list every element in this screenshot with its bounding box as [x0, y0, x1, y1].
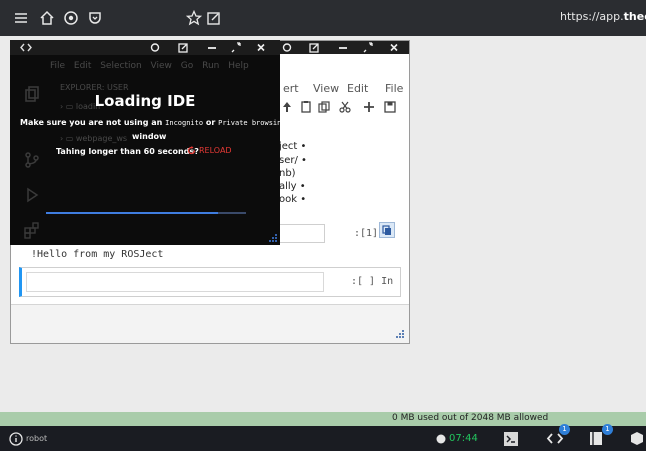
- menu-view[interactable]: View: [313, 82, 339, 95]
- ide-close-icon[interactable]: [255, 41, 267, 54]
- paste-icon[interactable]: [298, 99, 314, 115]
- session-timer: 07:44: [449, 433, 478, 444]
- robot-label[interactable]: robot: [26, 434, 47, 443]
- notebook-footer: [11, 304, 409, 343]
- browser-warning: Make sure you are not using an Incognito…: [20, 118, 286, 127]
- shield-icon[interactable]: [86, 9, 104, 27]
- code-editor-badge: 1: [559, 424, 570, 435]
- code-brackets-icon: [20, 42, 32, 53]
- clock-icon: [436, 434, 446, 444]
- ide-explorer-label: EXPLORER: USER: [60, 83, 129, 92]
- refresh-icon[interactable]: [281, 41, 293, 54]
- ide-expand-icon[interactable]: [230, 41, 242, 54]
- source-control-icon: [22, 150, 42, 170]
- ide-titlebar: [10, 40, 280, 55]
- ide-external-edit-icon[interactable]: [177, 41, 189, 54]
- url-display[interactable]: https://app.theconstr: [560, 10, 646, 23]
- url-prefix: https://app.: [560, 10, 624, 23]
- cube-icon[interactable]: [630, 431, 644, 446]
- content-line: ser/ •: [279, 155, 307, 166]
- reload-icon: [187, 146, 196, 155]
- ide-resize-handle-icon[interactable]: [268, 233, 278, 243]
- save-icon[interactable]: [382, 99, 398, 115]
- edit-icon[interactable]: [205, 9, 223, 27]
- external-edit-icon[interactable]: [308, 41, 320, 54]
- warning-private: Private browsing: [218, 119, 286, 127]
- ide-refresh-icon[interactable]: [149, 41, 161, 54]
- cell-2-prompt: :[ ] In: [351, 276, 394, 287]
- minimize-icon[interactable]: [337, 41, 349, 54]
- code-cell-2-input[interactable]: [26, 272, 324, 292]
- warning-or: or: [205, 118, 216, 127]
- loading-progress-bar: [46, 212, 246, 214]
- notebook-badge: 1: [602, 424, 613, 435]
- bottom-taskbar: robot 07:44 1 1: [0, 424, 646, 451]
- ide-tree-item: › ▭ webpage_ws: [60, 134, 128, 143]
- warning-suffix: window: [132, 132, 167, 141]
- cell-1-prompt: :[1]: [354, 228, 379, 239]
- hamburger-menu-icon[interactable]: [12, 9, 30, 27]
- cell-run-icon[interactable]: [379, 222, 395, 238]
- reload-label: RELOAD: [199, 146, 232, 155]
- resize-handle-icon[interactable]: [395, 329, 405, 339]
- content-line: ook •: [279, 194, 307, 205]
- ide-window: File Edit Selection View Go Run Help EXP…: [10, 40, 286, 245]
- memory-usage-text: 0 MB used out of 2048 MB allowed: [392, 413, 549, 423]
- home-icon[interactable]: [38, 9, 56, 27]
- memory-status-bar: 0 MB used out of 2048 MB allowed: [0, 412, 646, 426]
- copy-icon[interactable]: [316, 99, 332, 115]
- warning-prefix: Make sure you are not using an: [20, 118, 163, 127]
- extensions-icon: [22, 220, 42, 240]
- code-cell-2[interactable]: :[ ] In: [19, 267, 401, 297]
- expand-icon[interactable]: [362, 41, 374, 54]
- menu-edit[interactable]: Edit: [347, 82, 368, 95]
- star-icon[interactable]: [185, 9, 203, 27]
- info-icon[interactable]: [9, 432, 23, 446]
- url-domain: theconstr: [623, 10, 646, 23]
- ide-minimize-icon[interactable]: [206, 41, 218, 54]
- content-line: nb): [279, 168, 296, 179]
- cell-output: !Hello from my ROSJect: [31, 249, 164, 260]
- content-line: ally •: [279, 181, 306, 192]
- menu-file[interactable]: File: [385, 82, 403, 95]
- warning-incognito: Incognito: [165, 119, 204, 127]
- run-debug-icon: [22, 185, 42, 205]
- arrow-up-icon[interactable]: [279, 99, 295, 115]
- plus-icon[interactable]: [361, 99, 377, 115]
- ide-menu-bar: File Edit Selection View Go Run Help: [50, 61, 249, 71]
- close-icon[interactable]: [388, 41, 400, 54]
- code-cell-1-input[interactable]: [279, 224, 325, 243]
- browser-top-bar: https://app.theconstr: [0, 0, 646, 36]
- reload-button[interactable]: RELOAD: [187, 146, 232, 155]
- github-icon[interactable]: [62, 9, 80, 27]
- cut-icon[interactable]: [337, 99, 353, 115]
- ide-tree-item-label: webpage_ws: [75, 134, 128, 143]
- taking-longer-text: Tahing longer than 60 seconds?: [56, 147, 199, 156]
- menu-insert[interactable]: ert: [283, 82, 299, 95]
- loading-title: Loading IDE: [94, 92, 196, 110]
- notebook-icon[interactable]: [588, 430, 604, 447]
- terminal-icon[interactable]: [503, 431, 519, 447]
- loading-progress-fill: [46, 212, 218, 214]
- content-line: ject •: [279, 141, 307, 152]
